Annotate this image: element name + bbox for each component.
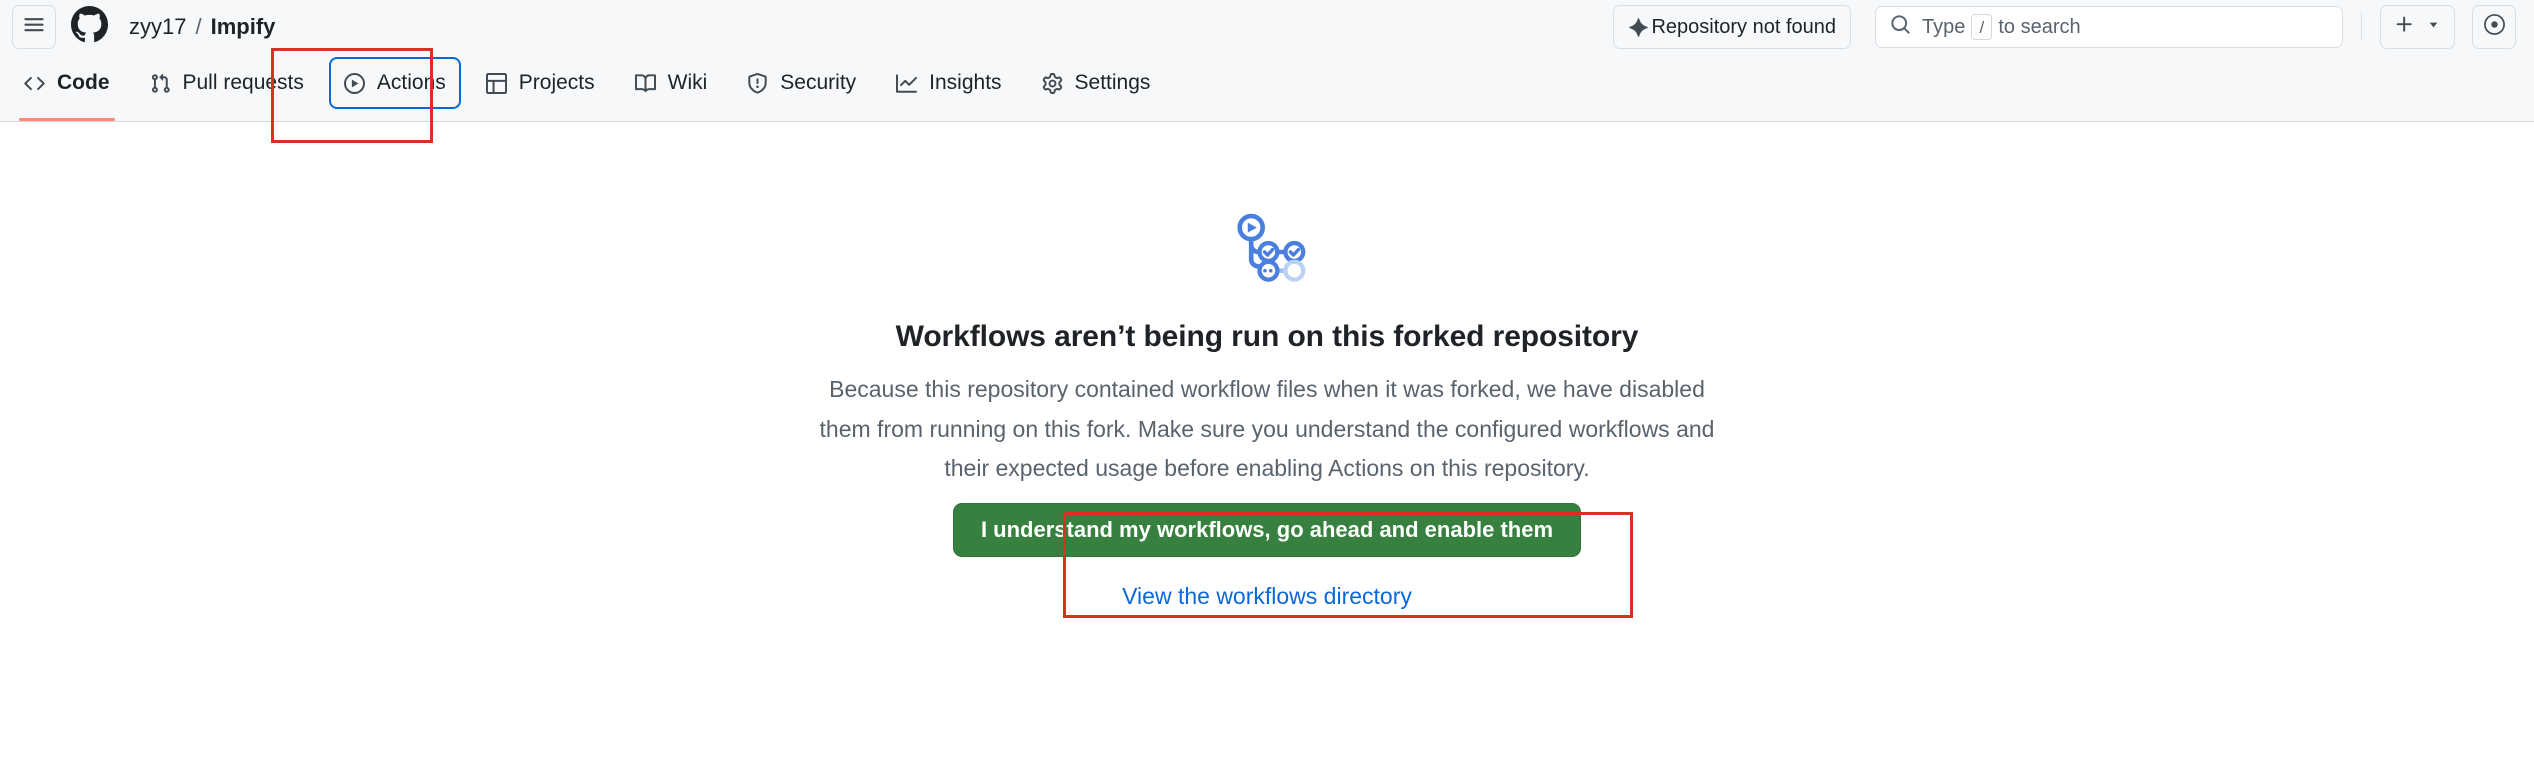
nav-tab-code[interactable]: Code	[9, 57, 125, 121]
repository-not-found-label: Repository not found	[1651, 15, 1836, 38]
hamburger-menu-button[interactable]	[12, 5, 56, 49]
nav-tab-pull-requests[interactable]: Pull requests	[135, 57, 319, 109]
nav-tab-security[interactable]: Security	[732, 57, 871, 109]
header-divider	[2361, 13, 2362, 41]
breadcrumb: zyy17 / Impify	[129, 14, 275, 40]
search-prefix-text: Type	[1922, 15, 1966, 38]
plus-icon	[2394, 14, 2415, 40]
blankslate-heading: Workflows aren’t being run on this forke…	[895, 320, 1639, 353]
nav-tab-insights-label: Insights	[929, 71, 1002, 94]
view-workflows-directory-link[interactable]: View the workflows directory	[1122, 583, 1412, 609]
sparkle-icon	[1628, 17, 1649, 38]
search-placeholder: Type / to search	[1922, 14, 2081, 40]
actions-blankslate: Workflows aren’t being run on this forke…	[762, 122, 1772, 772]
app-header: zyy17 / Impify Repository not found Type…	[0, 0, 2534, 54]
header-right-group: Repository not found Type / to search	[1613, 5, 2516, 49]
main-content: Workflows aren’t being run on this forke…	[0, 122, 2534, 772]
github-home-link[interactable]	[71, 6, 108, 48]
gear-icon	[1042, 72, 1063, 94]
book-icon	[634, 73, 656, 94]
breadcrumb-owner-link[interactable]: zyy17	[129, 14, 186, 40]
nav-tab-settings[interactable]: Settings	[1027, 57, 1166, 109]
breadcrumb-repo-link[interactable]: Impify	[211, 14, 276, 40]
create-new-button[interactable]	[2380, 5, 2455, 49]
nav-tab-wiki[interactable]: Wiki	[620, 57, 723, 109]
table-icon	[485, 72, 507, 94]
user-avatar-button[interactable]	[2472, 5, 2516, 49]
repository-nav: Code Pull requests Actions Projects Wiki…	[0, 54, 2534, 122]
git-pull-request-icon	[150, 73, 171, 94]
search-slash-key: /	[1971, 14, 1993, 40]
graph-icon	[896, 73, 918, 94]
github-logo-icon	[71, 6, 108, 48]
actions-workflow-illustration	[762, 206, 1772, 298]
nav-tab-code-label: Code	[57, 71, 110, 94]
repository-not-found-badge[interactable]: Repository not found	[1613, 5, 1851, 49]
search-input[interactable]: Type / to search	[1875, 6, 2343, 48]
search-suffix-text: to search	[1998, 15, 2081, 38]
play-circle-icon	[343, 72, 365, 94]
chevron-down-icon	[2426, 17, 2441, 37]
nav-tab-security-label: Security	[780, 71, 857, 94]
breadcrumb-separator: /	[195, 14, 202, 39]
nav-tab-pull-requests-label: Pull requests	[182, 71, 304, 94]
nav-tab-actions[interactable]: Actions	[328, 57, 461, 109]
enable-workflows-button[interactable]: I understand my workflows, go ahead and …	[952, 502, 1582, 557]
hamburger-menu-icon	[23, 14, 45, 41]
nav-tab-settings-label: Settings	[1074, 71, 1151, 94]
nav-tab-wiki-label: Wiki	[667, 71, 708, 94]
blankslate-actions: I understand my workflows, go ahead and …	[762, 502, 1772, 557]
code-icon	[24, 73, 45, 94]
blankslate-description: Because this repository contained workfl…	[819, 376, 1715, 482]
search-icon	[1890, 14, 1911, 40]
nav-tab-insights[interactable]: Insights	[881, 57, 1016, 109]
nav-tab-actions-label: Actions	[376, 71, 446, 94]
nav-tab-projects[interactable]: Projects	[471, 57, 610, 109]
shield-icon	[747, 72, 768, 94]
blankslate-secondary-action: View the workflows directory	[762, 583, 1772, 610]
nav-tab-projects-label: Projects	[518, 71, 595, 94]
user-avatar-icon	[2482, 12, 2507, 42]
